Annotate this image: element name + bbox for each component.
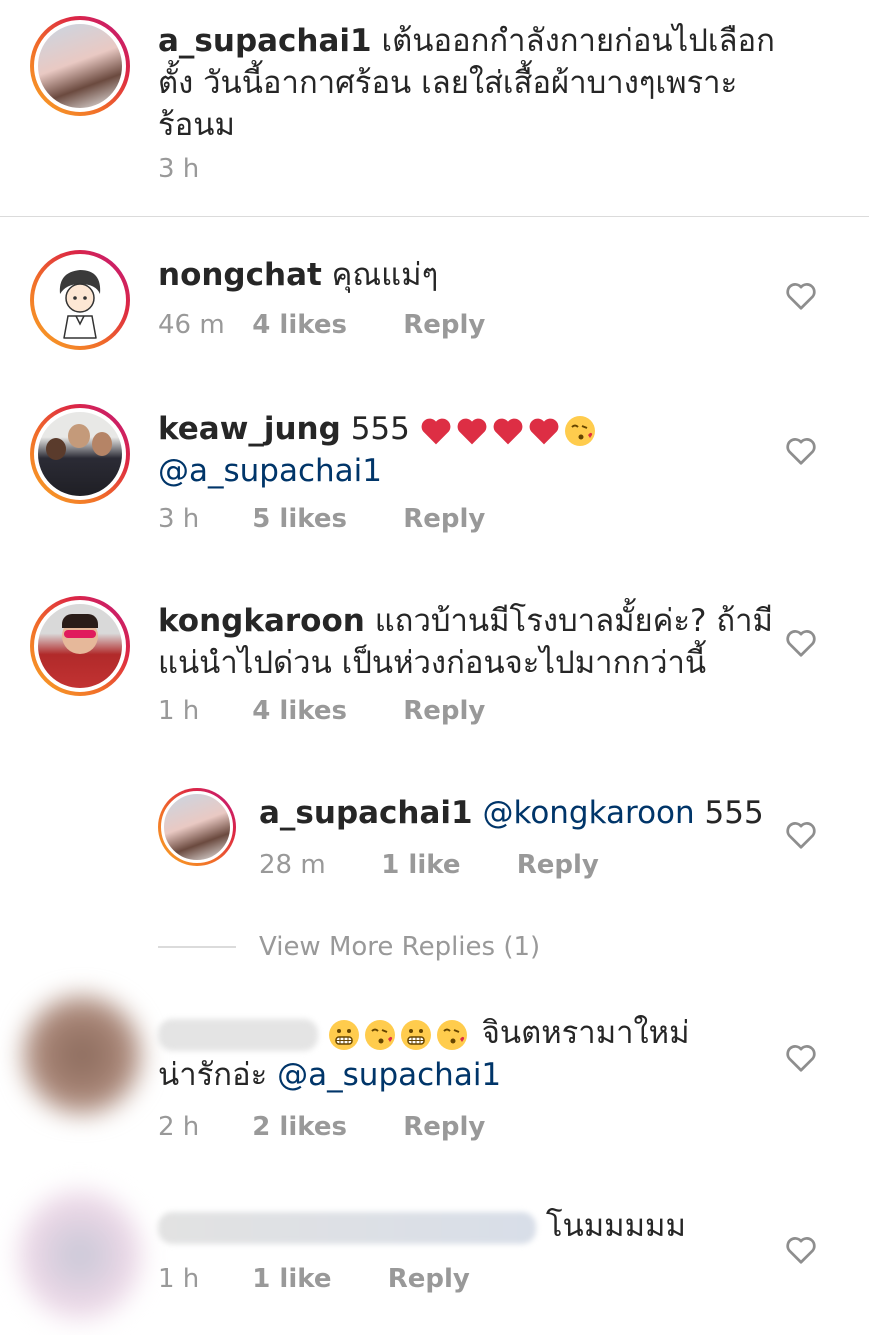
comment-meta: 1 h 4 likes Reply (158, 696, 485, 726)
caption-text: a_supachai1 เต้นออกกำลังกายก่อนไปเลือกตั… (158, 20, 788, 146)
cartoon-avatar-icon (59, 270, 101, 339)
reply-body: 555 (704, 795, 764, 831)
comment-time: 2 h (158, 1112, 200, 1142)
comment-likes[interactable]: 4 likes (252, 310, 347, 340)
comment-likes[interactable]: 1 like (252, 1264, 331, 1294)
like-heart-icon[interactable] (784, 281, 818, 311)
avatar-nongchat[interactable] (30, 250, 130, 350)
like-heart-icon[interactable] (784, 436, 818, 466)
comment-likes[interactable]: 2 likes (252, 1112, 347, 1142)
caption-time: 3 h (158, 154, 200, 184)
grimace-emoji-icon (400, 1019, 431, 1050)
redacted-username (158, 1018, 318, 1051)
view-more-replies-button[interactable]: View More Replies (1) (259, 932, 540, 962)
red-heart-emoji-icon (457, 418, 487, 444)
profile-photo (161, 791, 233, 863)
comment-text: จินตหรามาใหม่ น่ารักอ่ะ @a_supachai1 (158, 1012, 778, 1096)
comment-body-2: น่ารักอ่ะ (158, 1057, 268, 1093)
like-heart-icon[interactable] (784, 1043, 818, 1073)
reply-button[interactable]: Reply (403, 1112, 485, 1142)
comment-likes[interactable]: 4 likes (252, 696, 347, 726)
comment-meta: 3 h 5 likes Reply (158, 504, 485, 534)
comment-time: 1 h (158, 1264, 200, 1294)
comment-mention[interactable]: @a_supachai1 (277, 1057, 501, 1093)
comment-meta: 2 h 2 likes Reply (158, 1112, 485, 1142)
avatar-kongkaroon[interactable] (30, 596, 130, 696)
profile-photo (34, 254, 126, 346)
emoji-row (328, 1015, 472, 1051)
avatar-a-supachai1[interactable] (158, 788, 236, 866)
reply-button[interactable]: Reply (403, 310, 485, 340)
kiss-emoji-icon (564, 415, 595, 446)
comment-meta: 46 m 4 likes Reply (158, 310, 485, 340)
reply-time: 28 m (259, 850, 326, 880)
comment-mention[interactable]: @a_supachai1 (158, 453, 382, 489)
comment-time: 46 m (158, 310, 225, 340)
emoji-row (410, 411, 600, 447)
reply-mention[interactable]: @kongkaroon (482, 795, 694, 831)
like-heart-icon[interactable] (784, 820, 818, 850)
comment-username[interactable]: keaw_jung (158, 411, 341, 447)
comment-text: kongkaroon แถวบ้านมีโรงบาลมั้ยค่ะ? ถ้ามี… (158, 600, 778, 684)
comment-meta: 1 h 1 like Reply (158, 1264, 470, 1294)
red-heart-emoji-icon (529, 418, 559, 444)
like-heart-icon[interactable] (784, 1235, 818, 1265)
comment-username[interactable]: nongchat (158, 257, 322, 293)
comment-username[interactable]: kongkaroon (158, 603, 365, 639)
redacted-username (158, 1211, 536, 1244)
avatar-a-supachai1[interactable] (30, 16, 130, 116)
avatar-keaw-jung[interactable] (30, 404, 130, 504)
reply-button[interactable]: Reply (403, 504, 485, 534)
reply-button[interactable]: Reply (517, 850, 599, 880)
comment-time: 3 h (158, 504, 200, 534)
reply-meta: 28 m 1 like Reply (259, 850, 599, 880)
kiss-emoji-icon (436, 1019, 467, 1050)
kiss-emoji-icon (364, 1019, 395, 1050)
reply-button[interactable]: Reply (403, 696, 485, 726)
reply-username[interactable]: a_supachai1 (259, 795, 473, 831)
reply-likes[interactable]: 1 like (381, 850, 460, 880)
comment-likes[interactable]: 5 likes (252, 504, 347, 534)
reply-text: a_supachai1 @kongkaroon 555 (259, 792, 779, 834)
profile-photo (34, 408, 126, 500)
comment-text: โนมมมมม (158, 1205, 778, 1247)
caption-meta: 3 h (158, 154, 244, 184)
comment-body: คุณแม่ๆ (331, 257, 439, 293)
comment-time: 1 h (158, 696, 200, 726)
avatar-blurred[interactable] (22, 995, 142, 1115)
comment-body: 555 (350, 411, 410, 447)
divider (0, 216, 869, 217)
caption-username[interactable]: a_supachai1 (158, 23, 372, 59)
replies-rule (158, 946, 236, 948)
comment-body: โนมมมมม (545, 1208, 686, 1244)
reply-button[interactable]: Reply (388, 1264, 470, 1294)
grimace-emoji-icon (328, 1019, 359, 1050)
profile-photo (34, 600, 126, 692)
red-heart-emoji-icon (493, 418, 523, 444)
profile-photo (34, 20, 126, 112)
like-heart-icon[interactable] (784, 628, 818, 658)
avatar-blurred[interactable] (18, 1190, 142, 1320)
comment-text: keaw_jung 555 @a_supachai1 (158, 408, 778, 492)
comment-body: จินตหรามาใหม่ (481, 1015, 690, 1051)
comment-text: nongchat คุณแม่ๆ (158, 254, 778, 296)
red-heart-emoji-icon (421, 418, 451, 444)
